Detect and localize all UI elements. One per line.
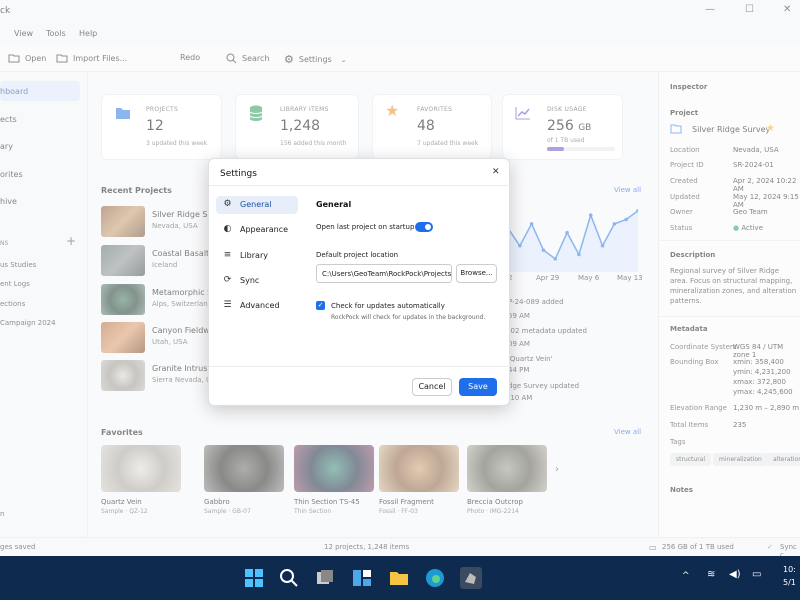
save-button[interactable]: Save (459, 378, 497, 396)
settings-tab-label: General (240, 200, 272, 209)
check-updates-note: RockPock will check for updates in the b… (331, 314, 486, 321)
settings-tab-advanced[interactable]: ☰ Advanced (216, 297, 298, 315)
file-explorer-icon[interactable] (388, 567, 410, 589)
start-icon[interactable] (243, 567, 265, 589)
dialog-close-icon[interactable]: ✕ (492, 167, 500, 177)
tray-chevron-icon[interactable]: ^ (682, 571, 690, 581)
open-last-project-toggle[interactable] (415, 222, 433, 232)
settings-tab-label: Advanced (240, 301, 280, 310)
clock-time[interactable]: 10: (783, 565, 796, 574)
clock-date[interactable]: 5/1 (783, 578, 796, 587)
taskbar: ^ ≋ ◀) ▭ 10: 5/1 (0, 556, 800, 600)
open-last-project-label: Open last project on startup (316, 223, 415, 231)
settings-tab-label: Library (240, 251, 268, 260)
settings-tab-appearance[interactable]: ◐ Appearance (216, 221, 298, 239)
gear-icon: ⚙ (223, 199, 232, 209)
palette-icon: ◐ (223, 224, 232, 234)
taskbar-search-icon[interactable] (278, 567, 300, 589)
wifi-icon[interactable]: ≋ (707, 569, 715, 580)
cancel-button[interactable]: Cancel (412, 378, 452, 396)
check-updates-checkbox[interactable]: ✓ (316, 301, 325, 310)
browse-button[interactable]: Browse... (456, 264, 497, 283)
volume-icon[interactable]: ◀) (729, 569, 741, 580)
toggle-knob (425, 224, 431, 230)
rockpock-app-icon[interactable] (460, 567, 482, 589)
settings-tab-general[interactable]: ⚙ General (216, 196, 298, 214)
database-icon: ≡ (223, 250, 232, 260)
settings-tab-library[interactable]: ≡ Library (216, 247, 298, 265)
settings-tab-label: Appearance (240, 225, 289, 234)
divider (209, 185, 511, 186)
settings-tab-sync[interactable]: ⟳ Sync (216, 272, 298, 290)
project-location-input[interactable]: C:\Users\GeoTeam\RockPock\Projects (316, 264, 452, 283)
battery-icon[interactable]: ▭ (752, 569, 761, 580)
settings-tab-label: Sync (240, 276, 260, 285)
widgets-icon[interactable] (351, 567, 373, 589)
sync-icon: ⟳ (223, 275, 232, 285)
task-view-icon[interactable] (314, 567, 336, 589)
check-updates-label: Check for updates automatically (331, 302, 445, 310)
sliders-icon: ☰ (223, 300, 232, 310)
default-location-label: Default project location (316, 251, 399, 259)
divider (209, 366, 511, 367)
edge-browser-icon[interactable] (424, 567, 446, 589)
settings-section-title: General (316, 200, 352, 209)
settings-dialog: Settings ✕ ⚙ General ◐ Appearance ≡ Library… (208, 158, 511, 406)
dialog-title: Settings (220, 169, 257, 179)
